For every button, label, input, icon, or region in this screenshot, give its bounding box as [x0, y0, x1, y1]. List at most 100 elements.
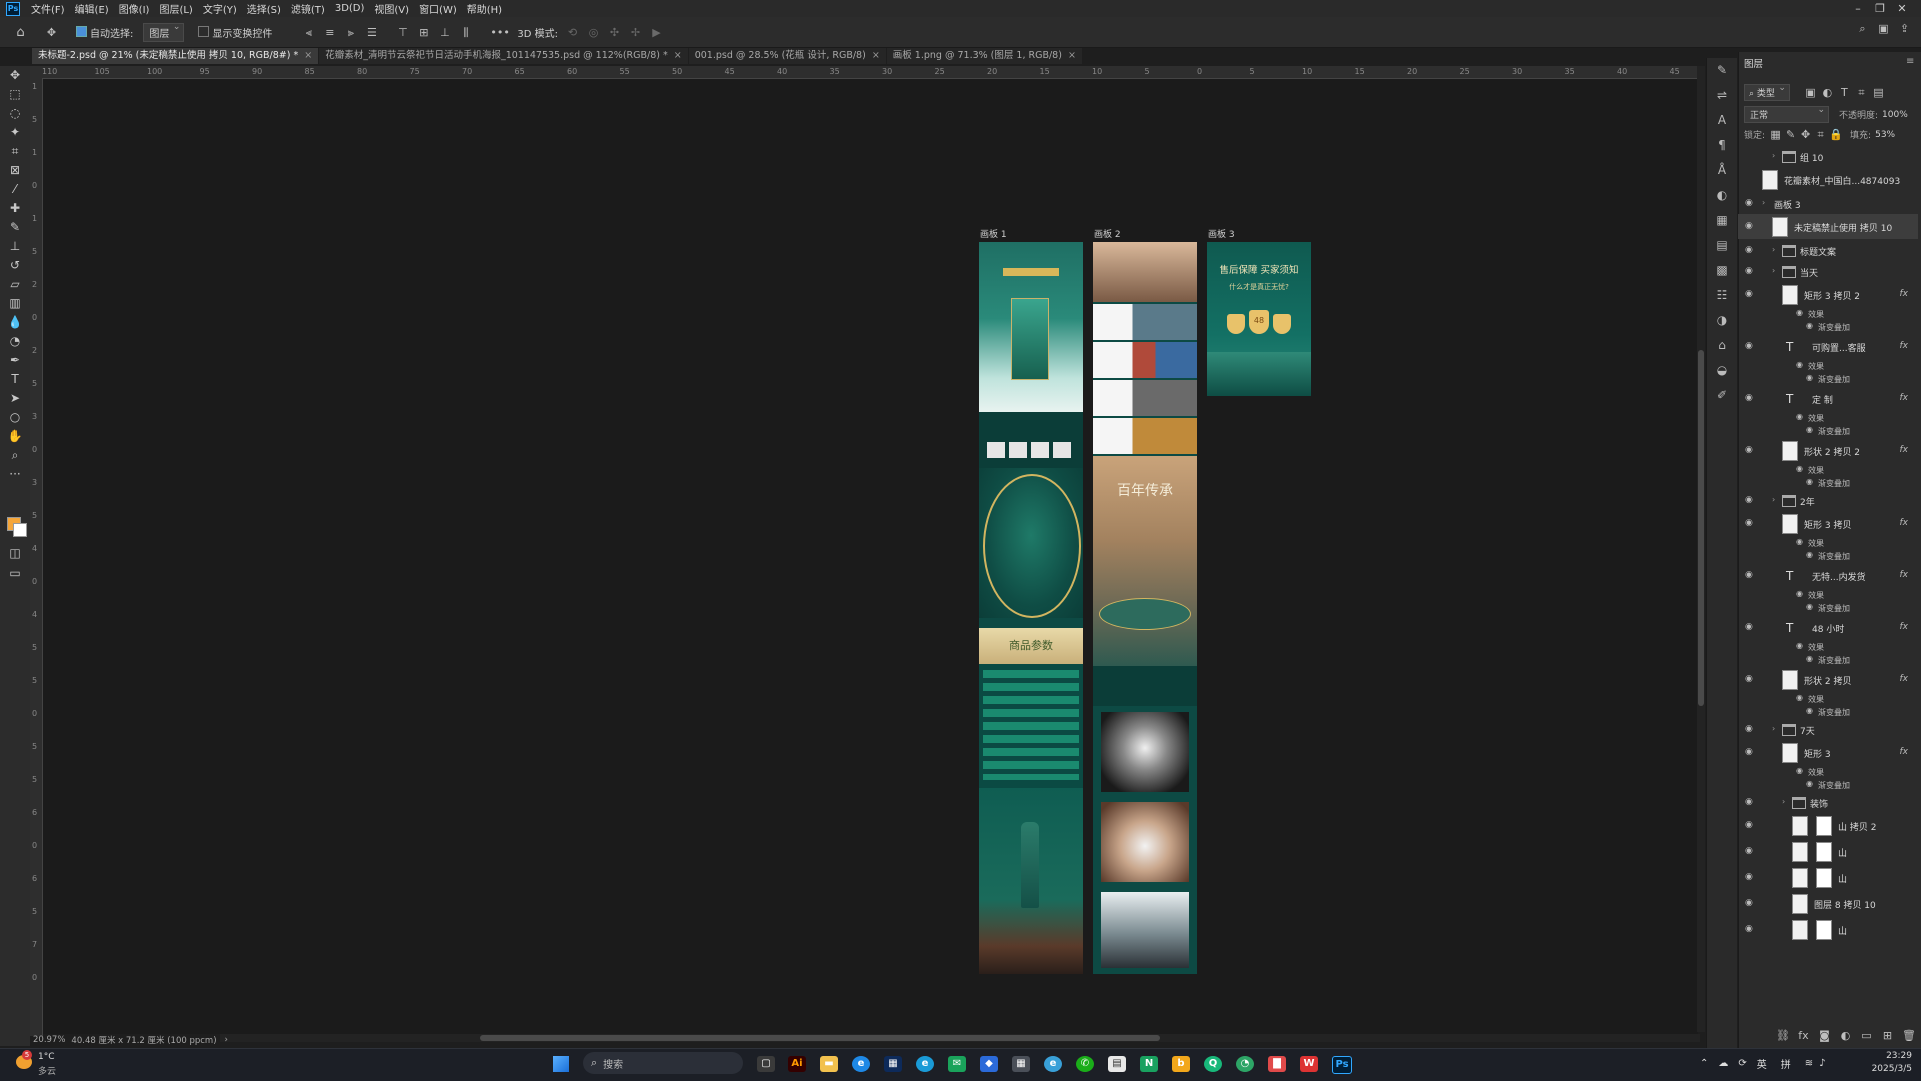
zoom-tool-icon[interactable]: ⌕: [0, 446, 30, 465]
lasso-tool-icon[interactable]: ◌: [0, 104, 30, 123]
fx-icon[interactable]: fx: [1900, 341, 1909, 351]
more-tools-icon[interactable]: ···: [0, 465, 30, 484]
layers-panel-title[interactable]: 图层: [1744, 56, 1763, 70]
layer-row[interactable]: ◉ T 可购置...客服 fx: [1738, 334, 1918, 359]
history-icon[interactable]: ✎: [1707, 58, 1737, 83]
layer-row[interactable]: ◉ 矩形 3 拷贝 2 fx: [1738, 282, 1918, 307]
status-arrow-icon[interactable]: ›: [225, 1035, 228, 1045]
visibility-eye-icon[interactable]: ◉: [1745, 221, 1757, 231]
marquee-tool-icon[interactable]: ⬚: [0, 85, 30, 104]
healing-tool-icon[interactable]: ✚: [0, 199, 30, 218]
defender-icon[interactable]: ◆: [980, 1056, 998, 1072]
lock-position-icon[interactable]: ✥: [1799, 128, 1812, 141]
visibility-eye-icon[interactable]: ◉: [1745, 445, 1757, 455]
layer-row[interactable]: ◉ › 2年: [1738, 490, 1918, 510]
close-icon[interactable]: ×: [1068, 50, 1076, 61]
layer-row[interactable]: ◉ 山: [1738, 839, 1918, 864]
home-icon[interactable]: ⌂: [14, 26, 27, 39]
visibility-eye-icon[interactable]: ◉: [1745, 341, 1757, 351]
move-tool-icon[interactable]: ✥: [0, 66, 30, 85]
menu-help[interactable]: 帮助(H): [462, 1, 507, 16]
volume-icon[interactable]: ♪: [1819, 1058, 1825, 1069]
menu-select[interactable]: 选择(S): [242, 1, 286, 16]
filter-type-icon[interactable]: T: [1838, 86, 1851, 99]
app-green2-icon[interactable]: ◔: [1236, 1056, 1254, 1072]
visibility-eye-icon[interactable]: ◉: [1745, 495, 1757, 505]
fx-icon[interactable]: fx: [1900, 747, 1909, 757]
effect-eye-icon[interactable]: ◉: [1806, 425, 1813, 434]
orbit-3d-icon[interactable]: ⟲: [566, 26, 579, 39]
menu-edit[interactable]: 编辑(E): [70, 1, 114, 16]
color-icon[interactable]: ◐: [1707, 183, 1737, 208]
lock-all-icon[interactable]: 🔒: [1829, 128, 1843, 141]
visibility-eye-icon[interactable]: ◉: [1745, 898, 1757, 908]
align-middle-v-icon[interactable]: ⊞: [417, 26, 430, 39]
layer-filter-dropdown[interactable]: ⌕ 类型: [1744, 83, 1790, 101]
layer-row[interactable]: ◉ 形状 2 拷贝 2 fx: [1738, 438, 1918, 463]
windows-start-icon[interactable]: [553, 1056, 569, 1072]
notepad-icon[interactable]: ▤: [1108, 1056, 1126, 1072]
fx-icon[interactable]: fx: [1900, 518, 1909, 528]
new-layer-icon[interactable]: ⊞: [1881, 1029, 1894, 1042]
layer-row[interactable]: ◉ 山 拷贝 2: [1738, 813, 1918, 838]
expand-chevron-icon[interactable]: ›: [1772, 266, 1775, 275]
search-icon[interactable]: ⌕: [1856, 22, 1869, 35]
layer-effect-row[interactable]: ◉ 效果: [1738, 766, 1918, 778]
properties-icon[interactable]: ◑: [1707, 308, 1737, 333]
effect-eye-icon[interactable]: ◉: [1806, 321, 1813, 330]
visibility-eye-icon[interactable]: ◉: [1745, 198, 1757, 208]
layer-effect-row[interactable]: ◉ 渐变叠加: [1738, 373, 1918, 385]
visibility-eye-icon[interactable]: ◉: [1745, 846, 1757, 856]
auto-select-target-dropdown[interactable]: 图层: [143, 22, 185, 42]
patterns-icon[interactable]: ▩: [1707, 258, 1737, 283]
brushes-icon[interactable]: ✐: [1707, 383, 1737, 408]
visibility-eye-icon[interactable]: ◉: [1745, 747, 1757, 757]
layer-effect-row[interactable]: ◉ 效果: [1738, 537, 1918, 549]
align-left-icon[interactable]: ⫷: [302, 26, 315, 39]
layer-effect-row[interactable]: ◉ 效果: [1738, 308, 1918, 320]
vertical-scroll-thumb[interactable]: [1698, 350, 1704, 706]
app-red-icon[interactable]: ▇: [1268, 1056, 1286, 1072]
edge-beta-icon[interactable]: e: [916, 1056, 934, 1072]
filter-smart-icon[interactable]: ▤: [1872, 86, 1885, 99]
layer-effect-row[interactable]: ◉ 渐变叠加: [1738, 477, 1918, 489]
stamp-tool-icon[interactable]: ⊥: [0, 237, 30, 256]
mail-icon[interactable]: ✉: [948, 1056, 966, 1072]
libraries-icon[interactable]: ☷: [1707, 283, 1737, 308]
artboard-3[interactable]: 售后保障 买家须知 什么才是真正无忧? 48: [1207, 242, 1311, 396]
paragraph-icon[interactable]: ¶: [1707, 133, 1737, 158]
panel-menu-icon[interactable]: ≡: [1906, 56, 1914, 67]
calculator-icon[interactable]: ▦: [1012, 1056, 1030, 1072]
artboard-2-label[interactable]: 画板 2: [1094, 227, 1121, 240]
effect-eye-icon[interactable]: ◉: [1806, 706, 1813, 715]
gradient-tool-icon[interactable]: ▥: [0, 294, 30, 313]
tab-untitled-2[interactable]: 未标题-2.psd @ 21% (未定稿禁止使用 拷贝 10, RGB/8#) …: [32, 48, 319, 64]
history-brush-icon[interactable]: ↺: [0, 256, 30, 275]
eraser-tool-icon[interactable]: ▱: [0, 275, 30, 294]
eyedropper-tool-icon[interactable]: ⁄: [0, 180, 30, 199]
brush-tool-icon[interactable]: ✎: [0, 218, 30, 237]
visibility-eye-icon[interactable]: ◉: [1745, 518, 1757, 528]
pan-3d-icon[interactable]: ✣: [608, 26, 621, 39]
visibility-eye-icon[interactable]: ◉: [1745, 289, 1757, 299]
fx-icon[interactable]: fx: [1900, 393, 1909, 403]
minimize-icon[interactable]: –: [1847, 2, 1869, 15]
layer-effect-row[interactable]: ◉ 效果: [1738, 693, 1918, 705]
layer-row[interactable]: ◉ 矩形 3 fx: [1738, 740, 1918, 765]
tab-huaban-poster[interactable]: 花瓣素材_清明节云祭祀节日活动手机海报_101147535.psd @ 112%…: [319, 48, 688, 64]
layer-row[interactable]: ◉ 山: [1738, 917, 1918, 942]
show-transform-checkbox[interactable]: 显示变换控件: [198, 25, 272, 40]
adjustment-layer-icon[interactable]: ◐: [1839, 1029, 1852, 1042]
camera-3d-icon[interactable]: ▶: [650, 26, 663, 39]
more-options-icon[interactable]: •••: [490, 26, 509, 39]
character-icon[interactable]: A: [1707, 108, 1737, 133]
layer-effect-row[interactable]: ◉ 效果: [1738, 464, 1918, 476]
filter-pixel-icon[interactable]: ▣: [1804, 86, 1817, 99]
effect-eye-icon[interactable]: ◉: [1806, 550, 1813, 559]
weather-temp[interactable]: 1°C: [38, 1052, 55, 1062]
filter-shape-icon[interactable]: ⌗: [1855, 86, 1868, 99]
channels-icon[interactable]: ◒: [1707, 358, 1737, 383]
artboard-3-label[interactable]: 画板 3: [1208, 227, 1235, 240]
wifi-icon[interactable]: ≋: [1805, 1058, 1813, 1069]
layer-effect-row[interactable]: ◉ 渐变叠加: [1738, 321, 1918, 333]
